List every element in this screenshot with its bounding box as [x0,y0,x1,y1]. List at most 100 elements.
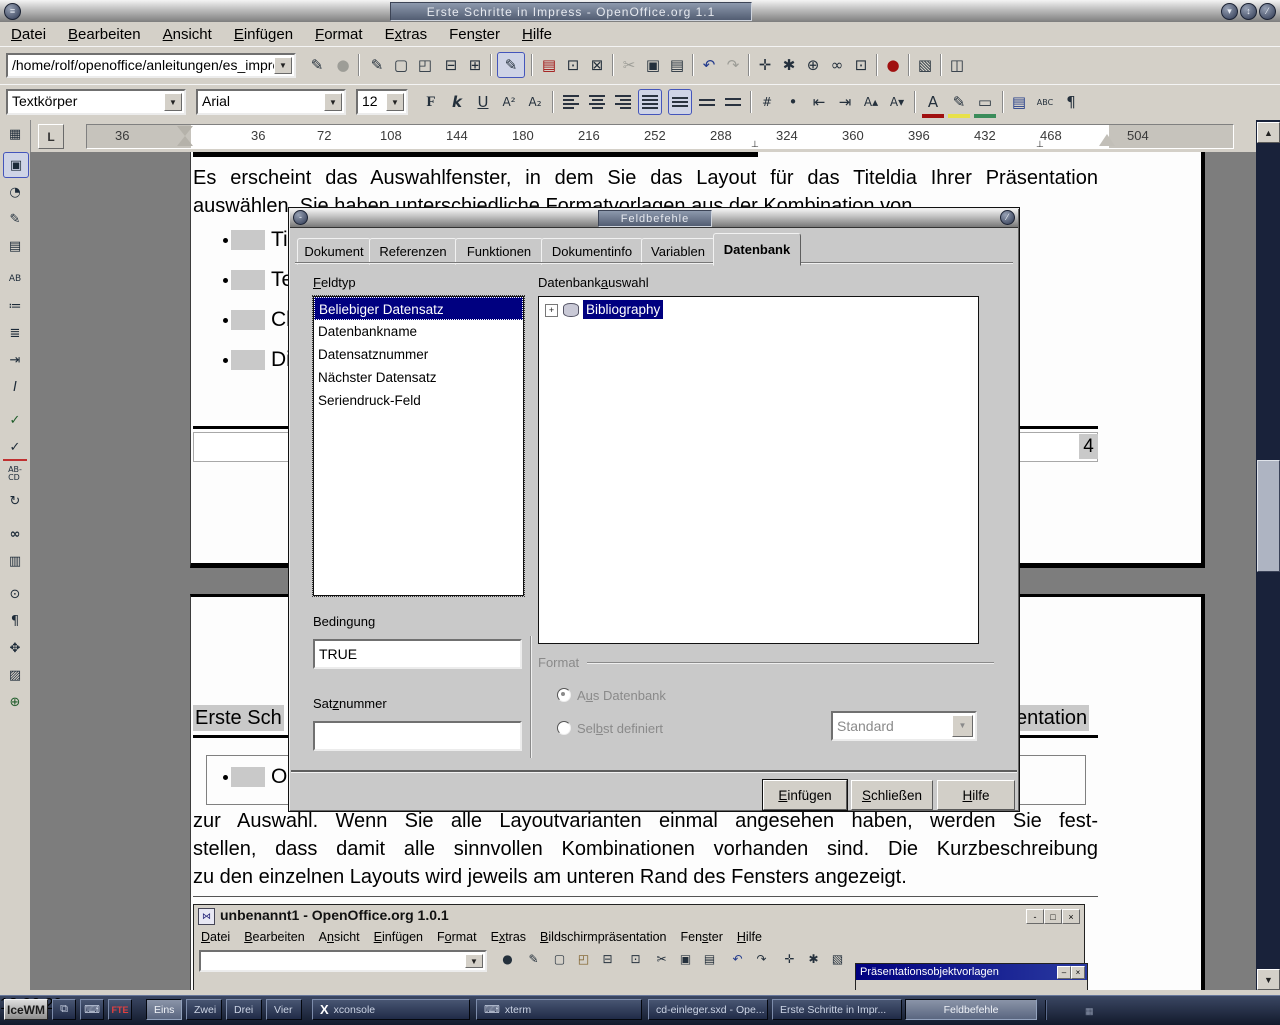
stylist-icon[interactable]: ✱ [778,53,800,77]
linespacing-1-icon[interactable] [668,89,692,115]
gallery-icon[interactable]: ▧ [914,53,936,77]
find-replace-icon[interactable]: ∞ [3,522,27,546]
screen-icon[interactable]: ⊡ [850,53,872,77]
fte-launcher-button[interactable]: FTE [108,999,132,1020]
menu-datei[interactable]: Datei [0,24,57,45]
online-layout-icon[interactable]: ⊕ [3,690,27,714]
tab-funktionen[interactable]: Funktionen [455,238,543,265]
background-color-icon[interactable]: ▭ [974,90,996,118]
explorer-icon[interactable]: ◫ [946,53,968,77]
vertical-scrollbar[interactable]: ▲ ▼ [1256,120,1280,990]
dialog-menu-button[interactable]: - [293,210,308,225]
menu-einfuegen[interactable]: Einfügen [223,24,304,45]
nonprinting-chars-icon[interactable]: ¶ [3,609,27,633]
workspace-zwei[interactable]: Zwei [186,999,222,1020]
url-dropdown-button[interactable]: ▼ [274,57,292,74]
icewm-menu-button[interactable]: IceWM [4,999,48,1020]
insert-table-icon[interactable]: ▦ [3,122,27,146]
hyperlink-icon[interactable]: ∞ [826,53,848,77]
highlight-icon[interactable]: ✎ [948,90,970,118]
save-all-icon[interactable]: ⊞ [464,53,486,77]
feldbefehle-dialog[interactable]: - Feldbefehle ⁄ Dokument Referenzen Funk… [288,207,1020,812]
thesaurus-icon[interactable]: ↻ [3,489,27,513]
align-left-icon[interactable] [560,90,582,114]
workspace-drei[interactable]: Drei [226,999,262,1020]
subscript-icon[interactable]: A₂ [524,90,546,114]
menu-extras[interactable]: Extras [374,24,439,45]
horizontal-ruler[interactable]: 36 36 72 108 144 180 216 252 288 324 360… [86,124,1234,149]
list-item[interactable]: Datensatznummer [314,343,523,366]
task-xconsole[interactable]: Xxconsole [312,999,470,1020]
tree-expander-icon[interactable]: + [545,304,558,317]
autotext-icon[interactable]: ≔ [3,294,27,318]
copy-icon[interactable]: ▣ [642,53,664,77]
text-cursor-icon[interactable]: I [3,375,27,399]
task-erste-schritte[interactable]: Erste Schritte in Impr... [772,999,902,1020]
paragraph-dialog-icon[interactable]: ¶ [1060,90,1082,114]
edit-mode-icon[interactable]: ✎ [497,52,525,78]
tab-dokument[interactable]: Dokument [297,238,371,265]
menu-bearbeiten[interactable]: Bearbeiten [57,24,152,45]
undo-icon[interactable]: ↶ [698,53,720,77]
tab-variablen[interactable]: Variablen [641,238,715,265]
linespacing-15-icon[interactable] [696,90,718,114]
bedingung-input[interactable]: TRUE [313,639,522,669]
tab-type-button[interactable]: L [38,124,64,149]
paste-icon[interactable]: ▤ [666,53,688,77]
tree-item-selected[interactable]: Bibliography [583,300,663,319]
style-combobox[interactable]: Textkörper ▼ [6,89,186,115]
task-cd-einleger[interactable]: cd-einleger.sxd - Ope... [648,999,768,1020]
numbering-icon[interactable]: ≣ [3,321,27,345]
open-icon[interactable]: ◰ [414,53,436,77]
style-dropdown-button[interactable]: ▼ [164,93,182,111]
scroll-down-button[interactable]: ▼ [1257,969,1280,990]
menu-hilfe[interactable]: Hilfe [511,24,563,45]
tab-dokumentinfo[interactable]: Dokumentinfo [541,238,643,265]
numbered-list-icon[interactable]: # [756,90,778,114]
align-justify-icon[interactable] [638,89,662,115]
printer-icon[interactable]: ⊡ [562,53,584,77]
data-sources-icon[interactable]: ▥ [3,549,27,573]
close-button[interactable]: ⁄ [1259,3,1276,20]
workspace-vier[interactable]: Vier [266,999,302,1020]
spellcheck-icon[interactable]: ✓ [3,408,27,432]
new-document-icon[interactable]: ✎ [366,53,388,77]
tab-datenbank[interactable]: Datenbank [713,233,801,266]
decrease-font-icon[interactable]: A▾ [886,90,908,114]
increase-indent-icon[interactable]: ⇥ [834,90,856,114]
underline-icon[interactable]: U [472,90,494,114]
minimize-button[interactable]: ▾ [1221,3,1238,20]
autoformat-icon[interactable]: ABC [1034,90,1056,114]
show-desktop-button[interactable]: ⧉ [52,999,76,1020]
dialog-close-button[interactable]: ⁄ [1000,210,1015,225]
maximize-button[interactable]: ↕ [1240,3,1257,20]
bullet-list-icon[interactable]: • [782,90,804,114]
align-center-icon[interactable] [586,90,608,114]
task-xterm[interactable]: ⌨xterm [476,999,642,1020]
schliessen-button[interactable]: Schließen [851,780,933,810]
bold-icon[interactable]: F [420,90,442,114]
superscript-icon[interactable]: A² [498,90,520,114]
menu-ansicht[interactable]: Ansicht [152,24,223,45]
dialog-titlebar[interactable]: - Feldbefehle ⁄ [290,209,1018,228]
auto-spellcheck-icon[interactable]: ✓ [3,435,27,461]
indent-marker-top[interactable] [177,126,193,136]
form-functions-icon[interactable]: ▤ [3,234,27,258]
online-layout-icon[interactable]: ⊕ [802,53,824,77]
increase-font-icon[interactable]: A▴ [860,90,882,114]
list-item-selected[interactable]: Beliebiger Datensatz [314,297,523,320]
right-indent-marker[interactable] [1099,134,1115,146]
einfuegen-button[interactable]: Einfügen [763,780,847,810]
url-combobox[interactable]: /home/rolf/openoffice/anleitungen/es_imp… [6,53,296,78]
print-file-icon[interactable]: ▤ [538,53,560,77]
font-combobox[interactable]: Arial ▼ [196,89,346,115]
font-color-icon[interactable]: A [922,90,944,118]
window-menu-button[interactable]: ≡ [4,3,21,20]
new-blank-icon[interactable]: ▢ [390,53,412,77]
tab-referenzen[interactable]: Referenzen [369,238,457,265]
list-item[interactable]: Seriendruck-Feld [314,389,523,412]
save-icon[interactable]: ⊟ [440,53,462,77]
italic-icon[interactable]: k [446,90,468,114]
menu-format[interactable]: Format [304,24,374,45]
workspace-eins[interactable]: Eins [146,999,182,1020]
